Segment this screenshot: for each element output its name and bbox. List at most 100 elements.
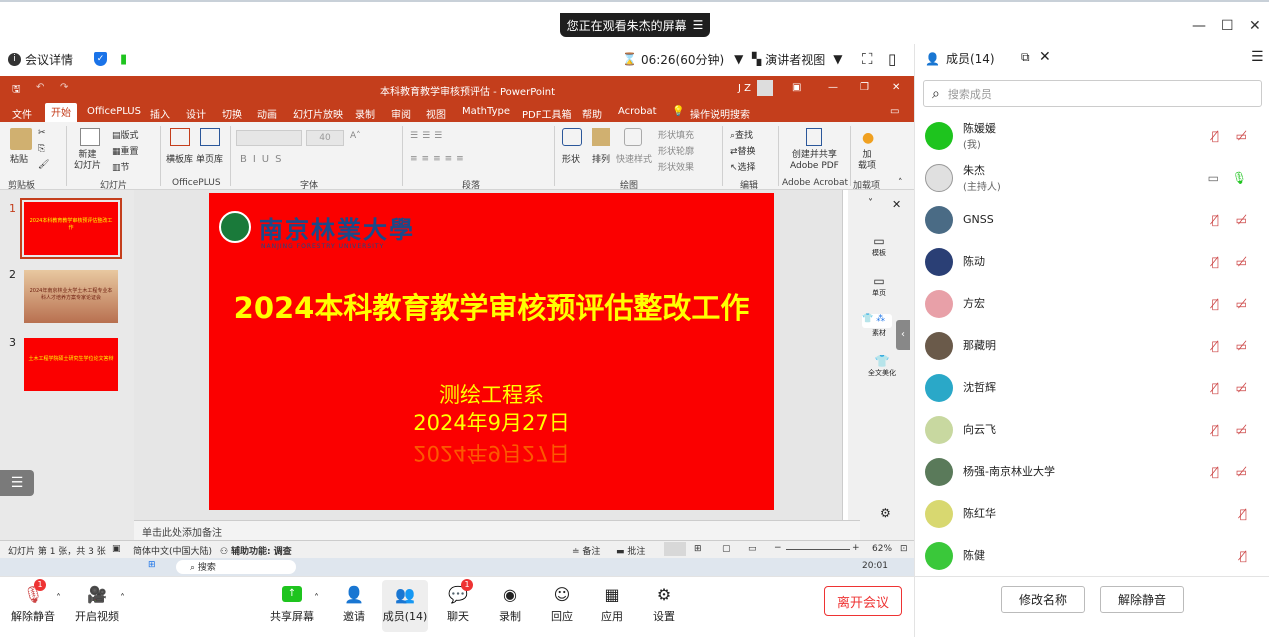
paste-button[interactable]: 粘贴 (10, 152, 28, 165)
camera-off-icon[interactable]: ▭̸ (1236, 129, 1247, 143)
ppt-minimize[interactable]: — (828, 82, 838, 93)
member-item[interactable]: 方宏 🎙̸ ▭̸ (925, 284, 1255, 324)
new-slide-icon[interactable] (80, 128, 100, 146)
mic-off-icon[interactable]: 🎙̸ (1240, 549, 1247, 563)
tab-mathtype[interactable]: MathType (462, 106, 510, 117)
security-shield-icon[interactable]: ✓ (94, 52, 107, 66)
camera-off-icon[interactable]: ▭̸ (1236, 465, 1247, 479)
undo-icon[interactable]: ↶ (36, 82, 44, 93)
settings-button[interactable]: ⚙ 设置 (650, 583, 678, 624)
pane-collapse-icon[interactable]: ˅ (868, 198, 873, 209)
windows-start-icon[interactable]: ⊞ (148, 560, 156, 570)
slide-thumbnail-3[interactable]: 土木工程学院硕士研究生学位论文答辩 (24, 338, 118, 391)
minimize-button[interactable]: — (1192, 18, 1206, 34)
expand-pane-icon[interactable]: ‹ (896, 320, 910, 350)
new-slide-button[interactable]: 新建 幻灯片 (74, 150, 101, 172)
popout-icon[interactable]: ⧉ (1021, 50, 1030, 65)
create-share-pdf-button[interactable]: 创建并共享 Adobe PDF (790, 150, 839, 172)
accessibility-status[interactable]: ⚇ 辅助功能: 调查 (220, 544, 292, 557)
arrange-button[interactable]: 排列 (592, 152, 610, 165)
unmute-all-button[interactable]: 解除静音 (1100, 586, 1184, 613)
pane-beautify-button[interactable]: 👕 全文美化 (868, 354, 896, 378)
notes-area[interactable]: 单击此处添加备注 (134, 520, 860, 540)
tab-help[interactable]: 帮助 (582, 106, 602, 121)
mic-off-icon[interactable]: 🎙̸ (1212, 465, 1219, 479)
tab-pdftools[interactable]: PDF工具箱 (522, 106, 571, 121)
tell-me-search[interactable]: 操作说明搜索 (690, 106, 750, 121)
pane-single-button[interactable]: ▭ 单页 (872, 274, 886, 298)
member-search-box[interactable]: ⌕ 搜索成员 (923, 80, 1262, 107)
comments-icon[interactable]: ▭ (890, 106, 899, 117)
addin-icon[interactable]: ● (862, 130, 874, 146)
notes-toggle[interactable]: ≐ 备注 (572, 544, 600, 557)
member-item[interactable]: GNSS 🎙̸ ▭̸ (925, 200, 1255, 240)
camera-off-icon[interactable]: ▭̸ (1236, 255, 1247, 269)
mic-on-icon[interactable]: 🎙 (1232, 171, 1247, 185)
close-window-button[interactable]: ✕ (1249, 18, 1261, 34)
format-painter-icon[interactable]: 🖌 (38, 160, 49, 170)
chat-button[interactable]: 💬 1 聊天 (444, 579, 473, 624)
shape-outline-button[interactable]: 形状轮廓 (658, 144, 694, 157)
tab-file[interactable]: 文件 (12, 106, 32, 121)
sharing-banner[interactable]: 您正在观看朱杰的屏幕 ☰ (560, 13, 710, 37)
invite-button[interactable]: 👤 邀请 (338, 583, 370, 624)
current-slide[interactable]: 南京林業大學 NANJING FORESTRY UNIVERSITY 2024本… (209, 193, 774, 510)
select-button[interactable]: ↖选择 (730, 160, 756, 173)
mic-off-icon[interactable]: 🎙̸ (1212, 297, 1219, 311)
camera-off-icon[interactable]: ▭̸ (1236, 297, 1247, 311)
member-item[interactable]: 陈红华 🎙̸ (925, 494, 1255, 534)
collapse-ribbon-icon[interactable]: ˄ (898, 178, 903, 188)
mic-off-icon[interactable]: 🎙̸ (1212, 339, 1219, 353)
template-lib-button[interactable]: 横板库 (166, 152, 193, 165)
zoom-out-icon[interactable]: − (774, 543, 782, 553)
slideshow-view-icon[interactable]: ▭ (748, 544, 757, 554)
ppt-restore[interactable]: ❐ (860, 82, 869, 93)
pane-template-button[interactable]: ▭ 模板 (872, 234, 886, 258)
members-button[interactable]: 👥 成员(14) (382, 580, 428, 632)
reply-button[interactable]: ☺ 回应 (548, 583, 576, 624)
zoom-level[interactable]: 62% (872, 544, 892, 554)
save-icon[interactable]: 🖫 (12, 82, 21, 99)
paste-icon[interactable] (10, 128, 32, 150)
copy-icon[interactable]: ⎘ (38, 144, 45, 154)
maximize-button[interactable]: ☐ (1221, 18, 1234, 34)
timer[interactable]: ⌛ 06:26(60分钟) ▼ (622, 51, 743, 68)
replace-button[interactable]: ⇄替换 (730, 144, 756, 157)
mic-off-icon[interactable]: 🎙̸ (1212, 423, 1219, 437)
more-menu-icon[interactable]: ☰ (1251, 49, 1264, 65)
avatar[interactable] (757, 80, 773, 96)
increase-font-icon[interactable]: A˄ (350, 131, 361, 141)
start-video-button[interactable]: 🎥 开启视频 (74, 583, 120, 624)
mic-off-icon[interactable]: 🎙̸ (1212, 213, 1219, 227)
addin-button[interactable]: 加 载项 (858, 150, 876, 172)
layout-button[interactable]: ▤版式 (112, 128, 139, 141)
mic-off-icon[interactable]: 🎙̸ (1212, 381, 1219, 395)
pane-close-icon[interactable]: ✕ (892, 198, 901, 211)
reading-view-icon[interactable]: ▢ (722, 544, 731, 554)
list-toggle-icon[interactable]: ☰ (0, 470, 34, 496)
font-size-input[interactable]: 40 (306, 130, 344, 146)
camera-off-icon[interactable]: ▭̸ (1236, 339, 1247, 353)
section-button[interactable]: ▥节 (112, 160, 130, 173)
sidebar-toggle-icon[interactable]: ▯ (888, 50, 896, 68)
comments-toggle[interactable]: ▬ 批注 (616, 544, 645, 557)
record-button[interactable]: ◉ 录制 (496, 583, 524, 624)
single-lib-icon[interactable] (200, 128, 220, 146)
ppt-close[interactable]: ✕ (892, 82, 900, 93)
mic-off-icon[interactable]: 🎙̸ (1212, 129, 1219, 143)
floating-toolbar[interactable]: 👕 ⁂ (862, 314, 892, 328)
tab-acrobat[interactable]: Acrobat (618, 106, 657, 117)
find-button[interactable]: ⌕查找 (730, 128, 753, 141)
slide-thumbnail-1[interactable]: 2024本科教育教学审核预评估整改工作 (20, 198, 122, 259)
camera-off-icon[interactable]: ▭̸ (1236, 213, 1247, 227)
shape-button[interactable]: 形状 (562, 152, 580, 165)
create-pdf-icon[interactable] (806, 128, 822, 146)
close-icon[interactable]: ✕ (1039, 49, 1051, 65)
member-item[interactable]: 那藏明 🎙̸ ▭̸ (925, 326, 1255, 366)
tab-home[interactable]: 开始 (45, 103, 77, 122)
tab-officeplus[interactable]: OfficePLUS (87, 106, 141, 117)
tab-review[interactable]: 审阅 (391, 106, 411, 121)
screen-share-icon[interactable]: ▭ (1208, 171, 1219, 185)
apps-button[interactable]: ▦ 应用 (598, 583, 626, 624)
chevron-up-icon[interactable]: ˄ (56, 593, 61, 604)
